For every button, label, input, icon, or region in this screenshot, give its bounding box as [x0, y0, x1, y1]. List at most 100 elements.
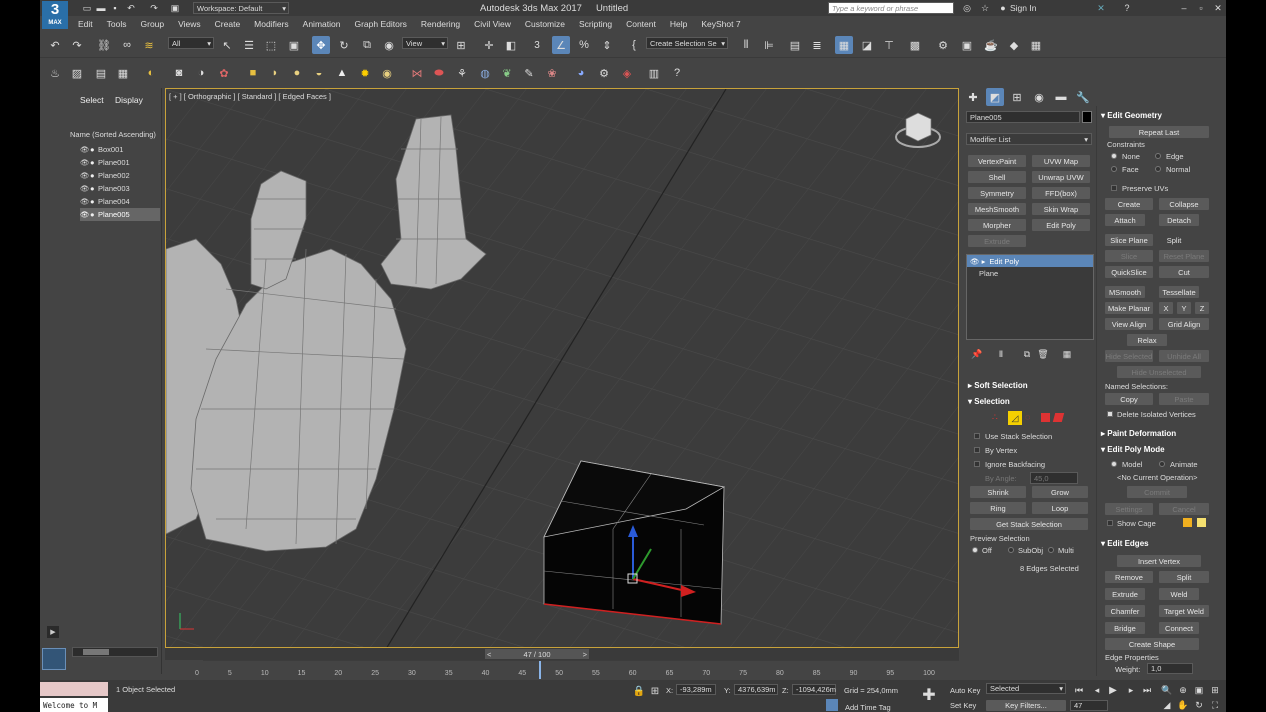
- menu-item[interactable]: Create: [215, 19, 241, 29]
- utilities-tab-icon[interactable]: 🔧: [1074, 88, 1092, 106]
- view-align-button[interactable]: View Align: [1105, 318, 1153, 330]
- extrude-mod-button[interactable]: Extrude: [968, 235, 1026, 247]
- unlink-icon[interactable]: ∞: [118, 36, 136, 54]
- bridge-button[interactable]: Bridge: [1105, 622, 1145, 634]
- reset-plane-button[interactable]: Reset Plane: [1159, 250, 1209, 262]
- cut-button[interactable]: Cut: [1159, 266, 1209, 278]
- select-scale-icon[interactable]: ⧉: [358, 36, 376, 54]
- planar-x-button[interactable]: X: [1159, 302, 1173, 314]
- render-cloud-icon[interactable]: ▦: [1027, 36, 1045, 54]
- ffdbox-button[interactable]: FFD(box): [1032, 187, 1090, 199]
- menu-item[interactable]: Tools: [107, 19, 127, 29]
- create-tab-icon[interactable]: ✚: [964, 88, 982, 106]
- menu-item[interactable]: Graph Editors: [354, 19, 406, 29]
- close-icon[interactable]: ✕: [1209, 0, 1226, 17]
- create-shape-button[interactable]: Create Shape: [1105, 638, 1199, 650]
- preview-multi-radio[interactable]: [1048, 547, 1054, 553]
- select-object-icon[interactable]: ↖: [218, 36, 236, 54]
- expand-arrow-icon[interactable]: ▶: [47, 626, 59, 638]
- layer-explorer-icon[interactable]: ▤: [786, 36, 804, 54]
- preview-off-radio[interactable]: [972, 547, 978, 553]
- menu-item[interactable]: Edit: [78, 19, 93, 29]
- bind-spacewarp-icon[interactable]: ≋: [140, 36, 158, 54]
- modifier-list-dropdown[interactable]: Modifier List ▾: [966, 133, 1092, 145]
- tree-icon[interactable]: ⚘: [453, 64, 471, 82]
- preserve-uvs-checkbox[interactable]: [1111, 185, 1117, 191]
- tab-select[interactable]: Select: [80, 95, 104, 105]
- select-rotate-icon[interactable]: ↻: [335, 36, 353, 54]
- grid-align-button[interactable]: Grid Align: [1159, 318, 1209, 330]
- render-setup-icon[interactable]: ⚙: [934, 36, 952, 54]
- maxscript-output[interactable]: Welcome to M: [40, 698, 108, 712]
- edit-poly-mode-rollout[interactable]: ▾ Edit Poly Mode: [1101, 445, 1165, 454]
- ignore-backfacing-checkbox[interactable]: [974, 461, 980, 467]
- collapse-button[interactable]: Collapse: [1159, 198, 1209, 210]
- binoculars-icon[interactable]: ◎: [958, 0, 976, 17]
- light-lister-icon[interactable]: ◐: [142, 64, 160, 82]
- paste-button[interactable]: Paste: [1159, 393, 1209, 405]
- make-planar-button[interactable]: Make Planar: [1105, 302, 1153, 314]
- soft-selection-rollout[interactable]: ▸ Soft Selection: [968, 381, 1028, 390]
- hair-icon[interactable]: ❀: [543, 64, 561, 82]
- symmetry-button[interactable]: Symmetry: [968, 187, 1026, 199]
- bowl-prim-icon[interactable]: ◒: [310, 64, 328, 82]
- list-item[interactable]: 👁 ● Plane003: [80, 182, 160, 195]
- scene-explorer-icon[interactable]: ▦: [835, 36, 853, 54]
- time-slider-thumb[interactable]: <47 / 100 >: [485, 649, 589, 659]
- window-crossing-icon[interactable]: ▣: [285, 36, 303, 54]
- particle-icon[interactable]: ✿: [215, 64, 233, 82]
- select-by-name-icon[interactable]: ☰: [240, 36, 258, 54]
- uvwmap-button[interactable]: UVW Map: [1032, 155, 1090, 167]
- menu-item[interactable]: Civil View: [474, 19, 511, 29]
- display-icon[interactable]: ▥: [645, 64, 663, 82]
- element-mode-icon[interactable]: [1052, 413, 1065, 422]
- rendered-frame-icon[interactable]: ▣: [958, 36, 976, 54]
- selection-filter-dropdown[interactable]: All ▾: [168, 37, 214, 49]
- meshsmooth-button[interactable]: MeshSmooth: [968, 203, 1026, 215]
- tessellate-button[interactable]: Tessellate: [1159, 286, 1199, 298]
- menu-item[interactable]: Help: [670, 19, 687, 29]
- pivot-center-icon[interactable]: ⊞: [452, 36, 470, 54]
- list-item[interactable]: 👁 ● Plane002: [80, 169, 160, 182]
- constraint-none-radio[interactable]: [1111, 153, 1117, 159]
- menu-item[interactable]: Rendering: [421, 19, 460, 29]
- unwrapuvw-button[interactable]: Unwrap UVW: [1032, 171, 1090, 183]
- maximize-icon[interactable]: ▫: [1192, 0, 1210, 17]
- edge-mode-icon[interactable]: ◿: [1008, 411, 1022, 425]
- cancel-button[interactable]: Cancel: [1159, 503, 1209, 515]
- x-coordinate-field[interactable]: -93,289m: [676, 684, 716, 695]
- edit-named-sel-icon[interactable]: {: [625, 36, 643, 54]
- menu-item[interactable]: Content: [626, 19, 656, 29]
- stack-item-editpoly[interactable]: 👁 ▸ Edit Poly: [967, 255, 1093, 267]
- target-weld-button[interactable]: Target Weld: [1159, 605, 1209, 617]
- set-key-icon[interactable]: ✚: [920, 686, 938, 704]
- align-icon[interactable]: ⊫: [760, 36, 778, 54]
- tab-display[interactable]: Display: [115, 95, 143, 105]
- remove-modifier-icon[interactable]: 🗑: [1034, 345, 1052, 363]
- key-filters-button[interactable]: Key Filters...: [986, 700, 1066, 711]
- create-button[interactable]: Create: [1105, 198, 1153, 210]
- curve-editor-icon[interactable]: ◪: [858, 36, 876, 54]
- copy-button[interactable]: Copy: [1105, 393, 1153, 405]
- material-editor-icon[interactable]: ▩: [906, 36, 924, 54]
- menu-item[interactable]: Modifiers: [254, 19, 288, 29]
- constraint-normal-radio[interactable]: [1155, 166, 1161, 172]
- box-prim-icon[interactable]: ■: [244, 64, 262, 82]
- extrude-button[interactable]: Extrude: [1105, 588, 1145, 600]
- settings-grid-icon[interactable]: ⚙: [595, 64, 613, 82]
- exchange-icon[interactable]: ✕: [1092, 0, 1110, 17]
- globe-icon[interactable]: ◍: [476, 64, 494, 82]
- pin-stack-icon[interactable]: 📌: [968, 345, 986, 363]
- list-item[interactable]: 👁 ● Plane001: [80, 156, 160, 169]
- rect-selection-icon[interactable]: ⬚: [262, 36, 280, 54]
- constraint-face-radio[interactable]: [1111, 166, 1117, 172]
- get-stack-selection-button[interactable]: Get Stack Selection: [970, 518, 1088, 530]
- sign-in-link[interactable]: Sign In: [1010, 3, 1036, 13]
- sphere-light-icon[interactable]: ◉: [378, 64, 396, 82]
- configure-sets-icon[interactable]: ▦: [1058, 345, 1076, 363]
- menu-item[interactable]: Animation: [303, 19, 341, 29]
- link-icon[interactable]: ⛓: [95, 36, 113, 54]
- planar-z-button[interactable]: Z: [1195, 302, 1209, 314]
- border-mode-icon[interactable]: ◌: [1025, 412, 1037, 424]
- msmooth-button[interactable]: MSmooth: [1105, 286, 1145, 298]
